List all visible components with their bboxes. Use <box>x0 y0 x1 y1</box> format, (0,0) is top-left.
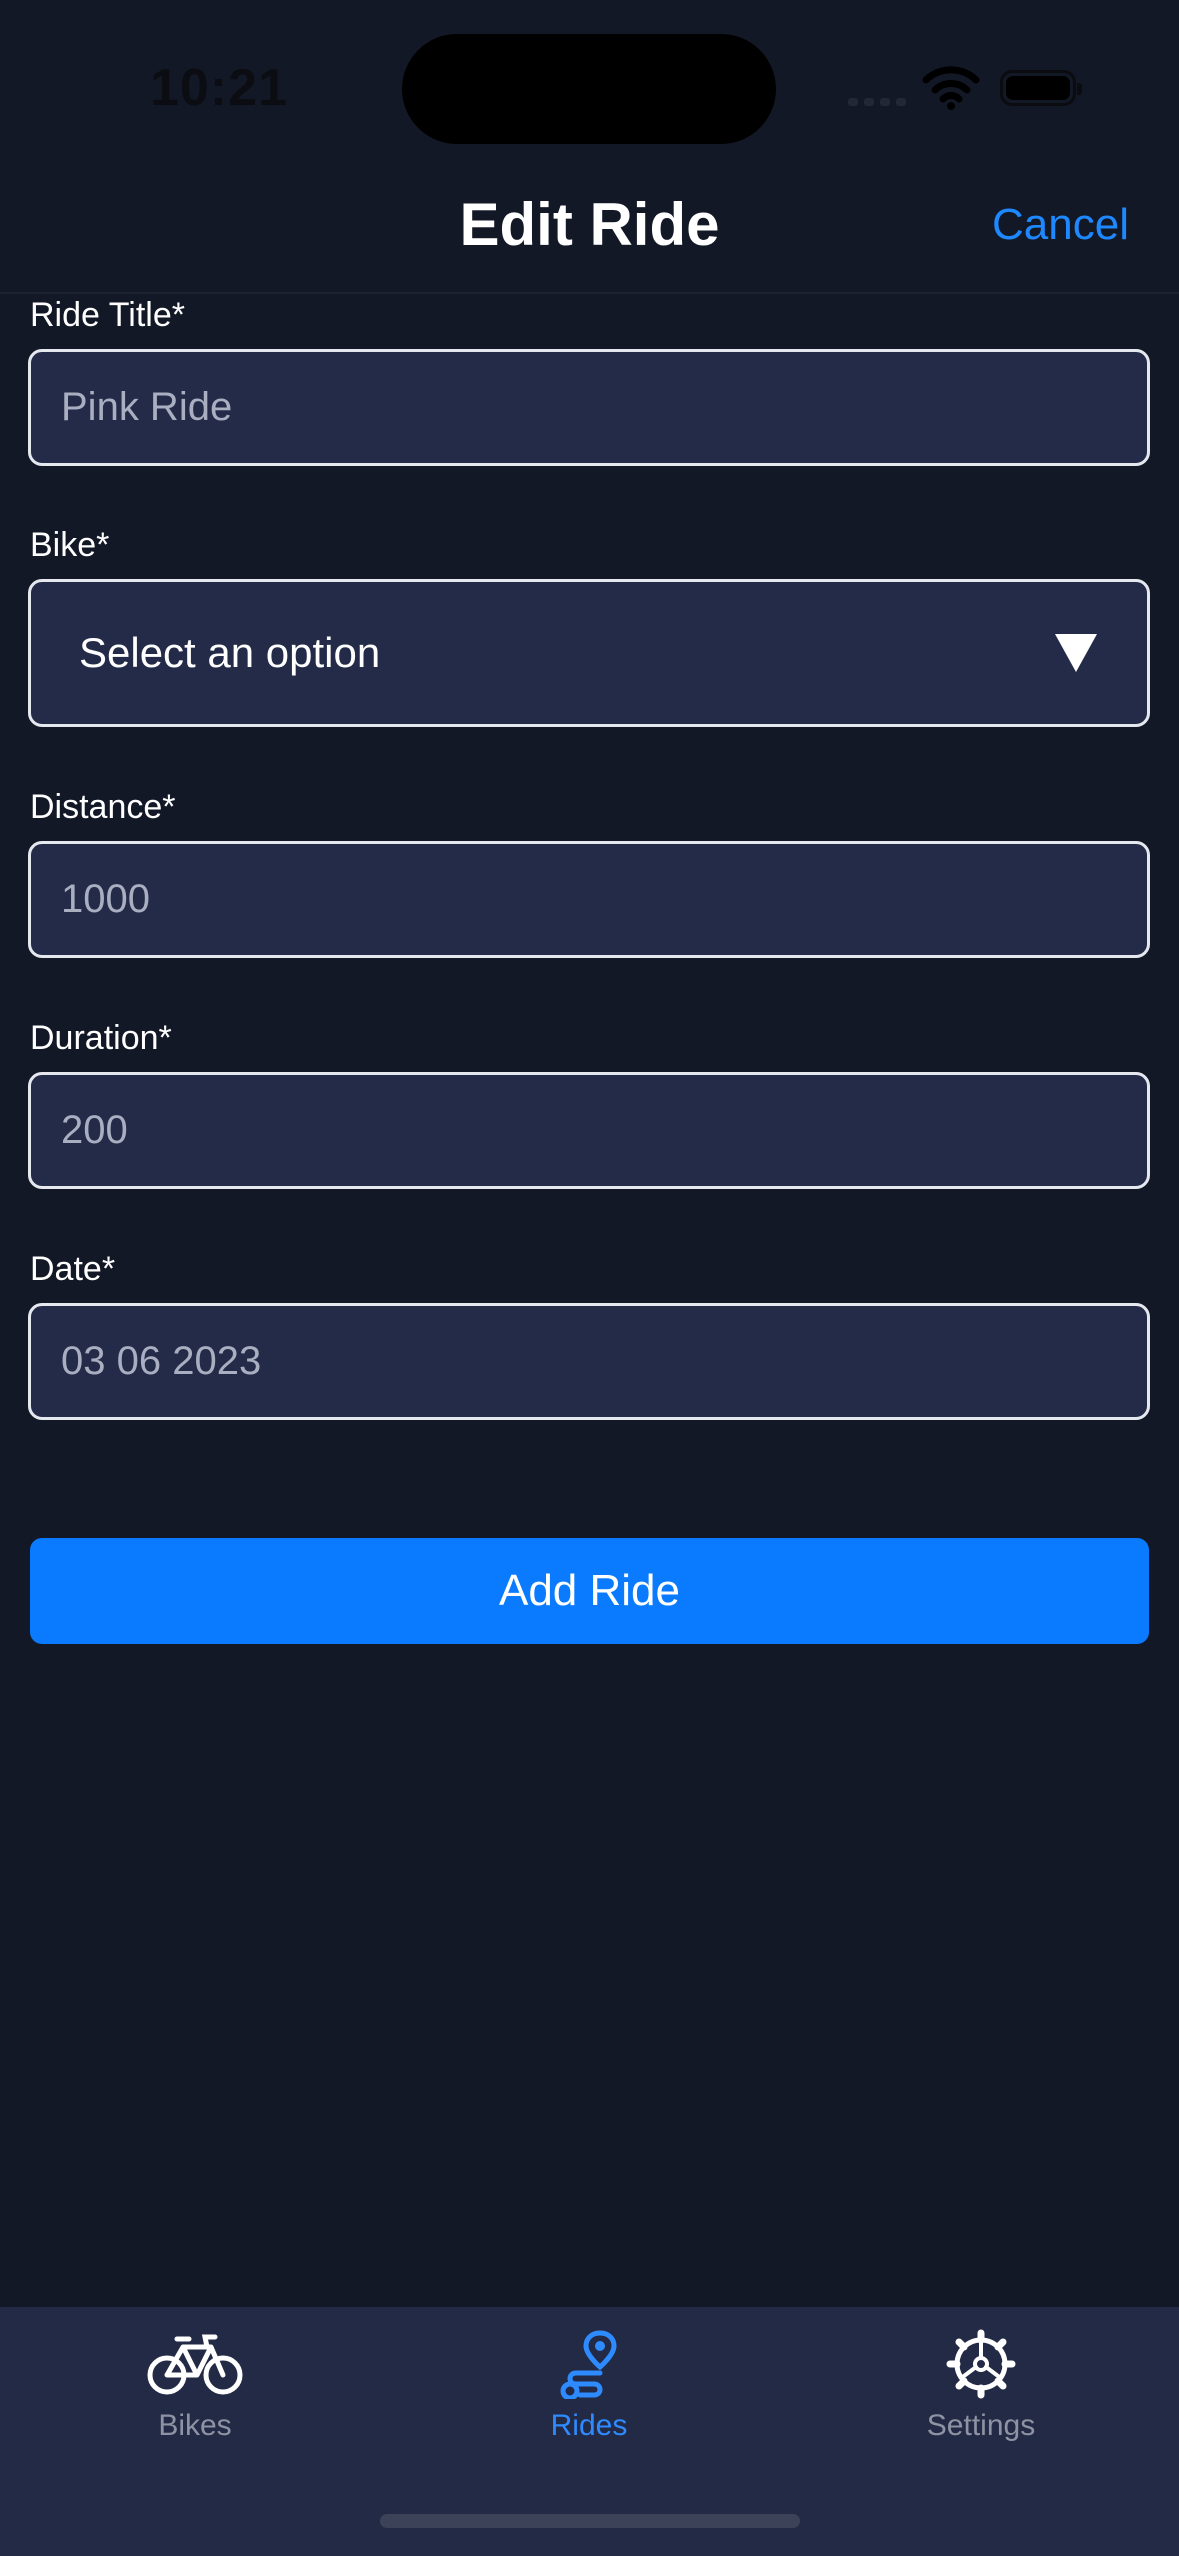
ride-title-input[interactable] <box>31 352 1147 463</box>
ride-title-label: Ride Title* <box>30 296 185 334</box>
distance-field <box>28 841 1150 958</box>
ride-title-field <box>28 349 1150 466</box>
bike-label: Bike* <box>30 526 110 564</box>
edit-ride-screen: 10:21 Edit Ride Cancel Ride Title* Bike*… <box>0 0 1179 2556</box>
tab-rides-label: Rides <box>550 2409 628 2442</box>
bicycle-icon <box>147 2334 243 2395</box>
duration-input[interactable] <box>31 1075 1147 1186</box>
add-ride-button[interactable]: Add Ride <box>30 1538 1149 1644</box>
tab-settings[interactable]: Settings <box>861 2329 1101 2479</box>
chevron-down-icon <box>1055 634 1097 672</box>
distance-input[interactable] <box>31 844 1147 955</box>
status-bar: 10:21 <box>0 0 1179 175</box>
tab-bikes-label: Bikes <box>158 2409 232 2442</box>
bike-select[interactable]: Select an option <box>28 579 1150 727</box>
date-input[interactable] <box>31 1306 1147 1417</box>
dynamic-island <box>402 34 776 144</box>
distance-label: Distance* <box>30 788 176 826</box>
tab-rides[interactable]: Rides <box>469 2329 709 2479</box>
duration-label: Duration* <box>30 1019 172 1057</box>
gear-icon <box>946 2329 1016 2399</box>
header-divider <box>0 292 1179 294</box>
battery-icon <box>1000 70 1082 106</box>
cancel-button[interactable]: Cancel <box>992 200 1129 250</box>
status-time: 10:21 <box>150 59 288 117</box>
wifi-icon <box>922 66 980 110</box>
date-label: Date* <box>30 1250 116 1288</box>
bike-select-value: Select an option <box>79 629 381 676</box>
route-icon <box>560 2330 617 2399</box>
date-field <box>28 1303 1150 1420</box>
tab-settings-label: Settings <box>926 2409 1036 2442</box>
cellular-signal-icon <box>848 92 906 106</box>
duration-field <box>28 1072 1150 1189</box>
tab-bikes[interactable]: Bikes <box>75 2329 315 2479</box>
home-indicator <box>380 2514 800 2528</box>
